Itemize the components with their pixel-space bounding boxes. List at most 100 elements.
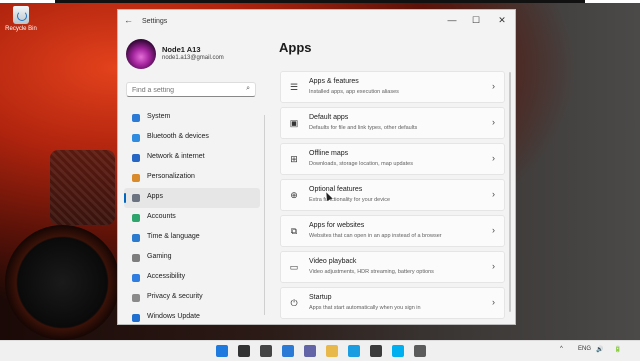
sidebar-item[interactable]: Network & internet xyxy=(124,148,260,168)
user-email: node1.a13@gmail.com xyxy=(162,55,224,61)
card-title: Video playback xyxy=(309,258,357,265)
chat-icon[interactable] xyxy=(304,345,316,357)
card-icon: ▭ xyxy=(289,262,299,272)
task-view-icon[interactable] xyxy=(260,345,272,357)
sidebar-nav: System Bluetooth & devices Network & inter… xyxy=(124,108,260,324)
settings-card[interactable]: ⊞ Offline maps Downloads, storage location… xyxy=(280,143,505,175)
sidebar-item-label: Gaming xyxy=(147,253,172,260)
system-icon xyxy=(132,114,140,122)
card-title: Startup xyxy=(309,294,332,301)
sidebar-item-label: Privacy & security xyxy=(147,293,203,300)
tray-item[interactable]: 🔋 xyxy=(614,346,621,353)
sidebar-item[interactable]: Windows Update xyxy=(124,308,260,324)
accessibility-icon xyxy=(132,274,140,282)
sidebar-item-label: Time & language xyxy=(147,233,200,240)
card-description: Downloads, storage location, map updates xyxy=(309,161,413,167)
store-icon[interactable] xyxy=(370,345,382,357)
sidebar-item[interactable]: Gaming xyxy=(124,248,260,268)
chevron-right-icon: › xyxy=(492,189,495,199)
sidebar-item-label: Accounts xyxy=(147,213,176,220)
chevron-right-icon: › xyxy=(492,297,495,307)
search-icon[interactable] xyxy=(238,345,250,357)
network-icon xyxy=(132,154,140,162)
card-icon: ⏻ xyxy=(290,298,298,308)
top-strip xyxy=(0,0,640,3)
card-title: Apps & features xyxy=(309,78,359,85)
widgets-icon[interactable] xyxy=(282,345,294,357)
settings-card[interactable]: ▭ Video playback Video adjustments, HDR st… xyxy=(280,251,505,283)
update-icon xyxy=(132,314,140,322)
sidebar-item[interactable]: Privacy & security xyxy=(124,288,260,308)
settings-card[interactable]: ⧉ Apps for websites Websites that can open… xyxy=(280,215,505,247)
settings-card[interactable]: ☰ Apps & features Installed apps, app exec… xyxy=(280,71,505,103)
avatar[interactable] xyxy=(126,39,156,69)
card-title: Offline maps xyxy=(309,150,349,157)
sidebar-item[interactable]: Accounts xyxy=(124,208,260,228)
top-strip-segment xyxy=(55,0,585,3)
search-box[interactable]: ⌕ xyxy=(126,82,256,97)
chevron-right-icon: › xyxy=(492,225,495,235)
chevron-right-icon: › xyxy=(492,261,495,271)
accounts-icon xyxy=(132,214,140,222)
chevron-right-icon: › xyxy=(492,117,495,127)
sidebar-item[interactable]: System xyxy=(124,108,260,128)
card-title: Default apps xyxy=(309,114,349,121)
settings-card[interactable]: ⏻ Startup Apps that start automatically wh… xyxy=(280,287,505,319)
card-icon: ▣ xyxy=(289,118,299,128)
card-description: Apps that start automatically when you s… xyxy=(309,305,421,311)
sidebar-divider xyxy=(264,115,265,315)
skype-icon[interactable] xyxy=(392,345,404,357)
tray-item[interactable]: ENG xyxy=(578,346,591,352)
title-bar[interactable]: ← Settings — ☐ ✕ xyxy=(118,10,515,32)
bluetooth-icon xyxy=(132,134,140,142)
search-input[interactable] xyxy=(132,85,237,95)
desktop-icon-label: Recycle Bin xyxy=(5,26,37,32)
sidebar-item[interactable]: Bluetooth & devices xyxy=(124,128,260,148)
card-description: Extra functionality for your device xyxy=(309,197,391,203)
wallpaper-car-grille xyxy=(50,150,115,225)
sidebar-item[interactable]: Accessibility xyxy=(124,268,260,288)
settings-card[interactable]: ⊕ Optional features Extra functionality fo… xyxy=(280,179,505,211)
card-description: Installed apps, app execution aliases xyxy=(309,89,399,95)
settings-cards: ☰ Apps & features Installed apps, app exec… xyxy=(280,71,505,323)
sidebar-item-label: Accessibility xyxy=(147,273,186,280)
sidebar-item-label: Personalization xyxy=(147,173,195,180)
brush-icon xyxy=(132,174,140,182)
close-button[interactable]: ✕ xyxy=(490,13,514,27)
settings-icon[interactable] xyxy=(414,345,426,357)
edge-icon[interactable] xyxy=(348,345,360,357)
card-icon: ⧉ xyxy=(290,226,298,236)
card-icon: ⊕ xyxy=(290,190,298,200)
settings-window: ← Settings — ☐ ✕ Node1 A13 node1.a13@gma… xyxy=(117,9,516,325)
card-description: Websites that can open in an app instead… xyxy=(309,233,442,239)
card-description: Defaults for file and link types, other … xyxy=(309,125,418,131)
desktop-icon-recycle-bin[interactable]: Recycle Bin xyxy=(4,6,38,32)
sidebar-item[interactable]: Time & language xyxy=(124,228,260,248)
chevron-right-icon: › xyxy=(492,81,495,91)
start-icon[interactable] xyxy=(216,345,228,357)
window-title: Settings xyxy=(142,18,168,25)
apps-icon xyxy=(132,194,140,202)
file-explorer-icon[interactable] xyxy=(326,345,338,357)
back-arrow-icon[interactable]: ← xyxy=(124,15,134,25)
card-icon: ⊞ xyxy=(290,154,298,164)
tray-item[interactable]: 🔊 xyxy=(596,346,603,353)
wallpaper-car-wheel xyxy=(5,225,120,340)
card-description: Video adjustments, HDR streaming, batter… xyxy=(309,269,434,275)
scrollbar[interactable] xyxy=(509,72,511,312)
shield-icon xyxy=(132,294,140,302)
settings-card[interactable]: ▣ Default apps Defaults for file and link … xyxy=(280,107,505,139)
sidebar-item-label: Windows Update xyxy=(147,313,200,320)
tray-item[interactable]: ^ xyxy=(560,346,563,352)
user-name: Node1 A13 xyxy=(162,45,201,54)
sidebar-item[interactable]: Apps xyxy=(124,188,260,208)
time-icon xyxy=(132,234,140,242)
sidebar-item-label: Apps xyxy=(147,193,163,200)
search-icon[interactable]: ⌕ xyxy=(246,85,250,93)
card-icon: ☰ xyxy=(289,82,299,92)
sidebar-item[interactable]: Personalization xyxy=(124,168,260,188)
maximize-button[interactable]: ☐ xyxy=(464,13,488,27)
gaming-icon xyxy=(132,254,140,262)
sidebar-item-label: Network & internet xyxy=(147,153,205,160)
minimize-button[interactable]: — xyxy=(440,13,464,27)
